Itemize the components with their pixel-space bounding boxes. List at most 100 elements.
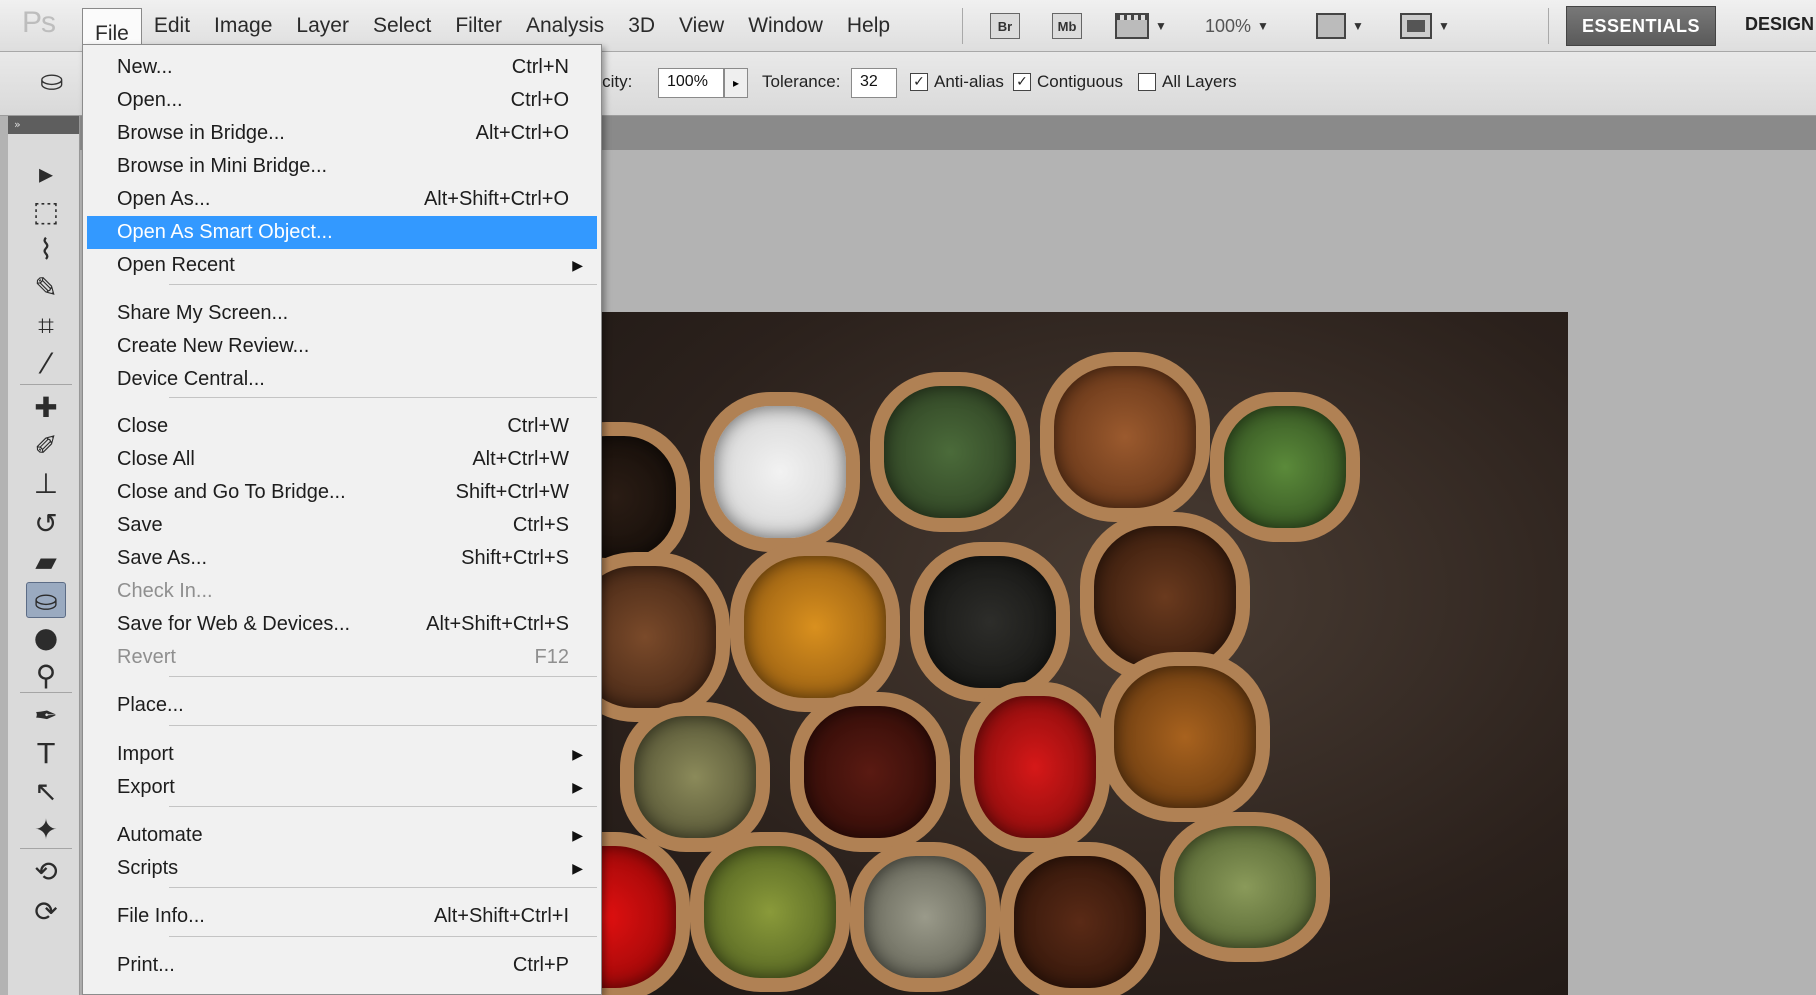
tools-panel: » ▸ ⬚ ⌇ ✎ ⌗ ⁄ ✚ ✐ ⊥ ↺ ▰ ⛀ ● ⚲ ✒ T ↖ ✦ ⟲ ⟳ xyxy=(8,116,80,995)
file-menu-item-close-and-go-to-bridge[interactable]: Close and Go To Bridge... Shift+Ctrl+W xyxy=(87,476,597,509)
menu-help[interactable]: Help xyxy=(835,0,902,52)
stamp-tool-icon[interactable]: ⊥ xyxy=(26,466,66,502)
menu-item-shortcut: Shift+Ctrl+S xyxy=(461,547,569,569)
menu-item-label: Browse in Bridge... xyxy=(117,122,285,144)
menu-item-label: Close xyxy=(117,415,169,437)
file-menu-item-save-as[interactable]: Save As... Shift+Ctrl+S xyxy=(87,542,597,575)
quick-selection-tool-icon[interactable]: ✎ xyxy=(26,270,66,306)
file-menu-item-browse-in-bridge[interactable]: Browse in Bridge... Alt+Ctrl+O xyxy=(87,117,597,150)
3d-rotate-tool-icon[interactable]: ⟲ xyxy=(26,854,66,890)
workspace-essentials-button[interactable]: ESSENTIALS xyxy=(1566,6,1716,46)
crop-tool-icon[interactable]: ⌗ xyxy=(26,308,66,344)
brush-tool-icon[interactable]: ✐ xyxy=(26,428,66,464)
paint-bucket-icon[interactable]: ⛀ xyxy=(40,64,74,98)
file-menu-item-open-as[interactable]: Open As... Alt+Shift+Ctrl+O xyxy=(87,183,597,216)
chevron-down-icon: ▼ xyxy=(1438,19,1450,33)
file-menu-item-print[interactable]: Print... Ctrl+P xyxy=(87,949,597,982)
opacity-input[interactable]: 100% xyxy=(658,68,724,98)
zoom-level-dropdown[interactable]: 100% ▼ xyxy=(1205,12,1269,40)
menu-item-shortcut: Alt+Shift+Ctrl+S xyxy=(426,613,569,635)
opacity-slider-arrow-icon[interactable]: ▸ xyxy=(724,68,748,98)
anti-alias-checkbox[interactable]: ✓ xyxy=(910,73,928,91)
file-menu-item-close-all[interactable]: Close All Alt+Ctrl+W xyxy=(87,443,597,476)
file-menu-item-open-as-smart-object[interactable]: Open As Smart Object... xyxy=(87,216,597,249)
file-menu-item-device-central[interactable]: Device Central... xyxy=(87,363,597,396)
eraser-tool-icon[interactable]: ▰ xyxy=(26,544,66,580)
type-tool-icon[interactable]: T xyxy=(26,736,66,772)
arrange-documents-button[interactable]: ▼ xyxy=(1316,12,1364,40)
menu-item-shortcut: Ctrl+W xyxy=(507,415,569,437)
file-menu-item-new[interactable]: New... Ctrl+N xyxy=(87,51,597,84)
contiguous-checkbox[interactable]: ✓ xyxy=(1013,73,1031,91)
file-menu-item-export[interactable]: Export ▶ xyxy=(87,771,597,804)
blur-tool-icon[interactable]: ● xyxy=(26,620,66,656)
history-brush-tool-icon[interactable]: ↺ xyxy=(26,506,66,542)
spice-sack xyxy=(1040,352,1210,522)
pen-tool-icon[interactable]: ✒ xyxy=(26,698,66,734)
file-menu-item-scripts[interactable]: Scripts ▶ xyxy=(87,852,597,885)
file-menu-item-open-recent[interactable]: Open Recent ▶ xyxy=(87,249,597,282)
file-menu-item-import[interactable]: Import ▶ xyxy=(87,738,597,771)
menu-item-label: Save xyxy=(117,514,163,536)
healing-brush-tool-icon[interactable]: ✚ xyxy=(26,390,66,426)
path-selection-tool-icon[interactable]: ↖ xyxy=(26,774,66,810)
menu-item-shortcut: Ctrl+P xyxy=(512,954,569,976)
file-menu-item-share-my-screen[interactable]: Share My Screen... xyxy=(87,297,597,330)
eyedropper-tool-icon[interactable]: ⁄ xyxy=(26,346,66,382)
menu-item-label: Save for Web & Devices... xyxy=(117,613,351,635)
menu-item-label: Import xyxy=(117,743,174,765)
menu-3d[interactable]: 3D xyxy=(616,0,667,52)
chevron-down-icon: ▼ xyxy=(1155,19,1167,33)
file-menu-item-check-in: Check In... xyxy=(87,575,597,608)
spice-sack xyxy=(960,682,1110,852)
tools-separator xyxy=(20,384,72,385)
file-menu-item-browse-in-mini-bridge[interactable]: Browse in Mini Bridge... xyxy=(87,150,597,183)
move-tool-icon[interactable]: ▸ xyxy=(26,156,66,192)
menu-item-label: Close and Go To Bridge... xyxy=(117,481,346,503)
photoshop-logo: Ps xyxy=(22,6,56,39)
spice-sack xyxy=(870,372,1030,532)
screen-mode-button[interactable]: ▼ xyxy=(1400,12,1450,40)
lasso-tool-icon[interactable]: ⌇ xyxy=(26,232,66,268)
tools-panel-collapse-icon[interactable]: » xyxy=(8,116,79,134)
menu-separator xyxy=(169,284,597,285)
file-menu-item-create-new-review[interactable]: Create New Review... xyxy=(87,330,597,363)
anti-alias-label: Anti-alias xyxy=(934,72,1004,91)
shape-tool-icon[interactable]: ✦ xyxy=(26,812,66,848)
document-image[interactable] xyxy=(520,312,1568,995)
menu-item-label: Export xyxy=(117,776,175,798)
all-layers-label: All Layers xyxy=(1162,72,1237,91)
menu-item-label: Open Recent xyxy=(117,254,235,276)
screen-mode-icon xyxy=(1400,13,1432,39)
menu-item-label: Create New Review... xyxy=(117,335,310,357)
file-menu-item-file-info[interactable]: File Info... Alt+Shift+Ctrl+I xyxy=(87,900,597,933)
file-menu-item-open[interactable]: Open... Ctrl+O xyxy=(87,84,597,117)
mini-bridge-icon: Mb xyxy=(1052,13,1082,39)
bridge-button[interactable]: Br xyxy=(990,12,1020,40)
view-extras-button[interactable]: ▼ xyxy=(1115,12,1167,40)
file-menu-item-save-for-web-devices[interactable]: Save for Web & Devices... Alt+Shift+Ctrl+… xyxy=(87,608,597,641)
submenu-arrow-icon: ▶ xyxy=(572,779,583,795)
menu-window[interactable]: Window xyxy=(736,0,835,52)
3d-orbit-tool-icon[interactable]: ⟳ xyxy=(26,894,66,930)
spice-sack xyxy=(1100,652,1270,822)
file-menu-item-place[interactable]: Place... xyxy=(87,689,597,722)
menu-item-label: Close All xyxy=(117,448,195,470)
dodge-tool-icon[interactable]: ⚲ xyxy=(26,658,66,694)
file-menu-item-close[interactable]: Close Ctrl+W xyxy=(87,410,597,443)
paint-bucket-tool-icon[interactable]: ⛀ xyxy=(26,582,66,618)
file-menu-item-automate[interactable]: Automate ▶ xyxy=(87,819,597,852)
menu-separator xyxy=(169,397,597,398)
zoom-level-value: 100% xyxy=(1205,15,1252,36)
menu-separator xyxy=(169,936,597,937)
tolerance-input[interactable]: 32 xyxy=(851,68,897,98)
file-menu-dropdown: New... Ctrl+N Open... Ctrl+O Browse in Bridg… xyxy=(82,44,602,995)
all-layers-checkbox[interactable] xyxy=(1138,73,1156,91)
workspace-design-button[interactable]: DESIGN xyxy=(1745,14,1814,35)
mini-bridge-button[interactable]: Mb xyxy=(1052,12,1082,40)
menu-view[interactable]: View xyxy=(667,0,736,52)
file-menu-item-save[interactable]: Save Ctrl+S xyxy=(87,509,597,542)
marquee-tool-icon[interactable]: ⬚ xyxy=(26,194,66,230)
spice-sack xyxy=(700,392,860,552)
menu-item-shortcut: Ctrl+O xyxy=(510,89,569,111)
